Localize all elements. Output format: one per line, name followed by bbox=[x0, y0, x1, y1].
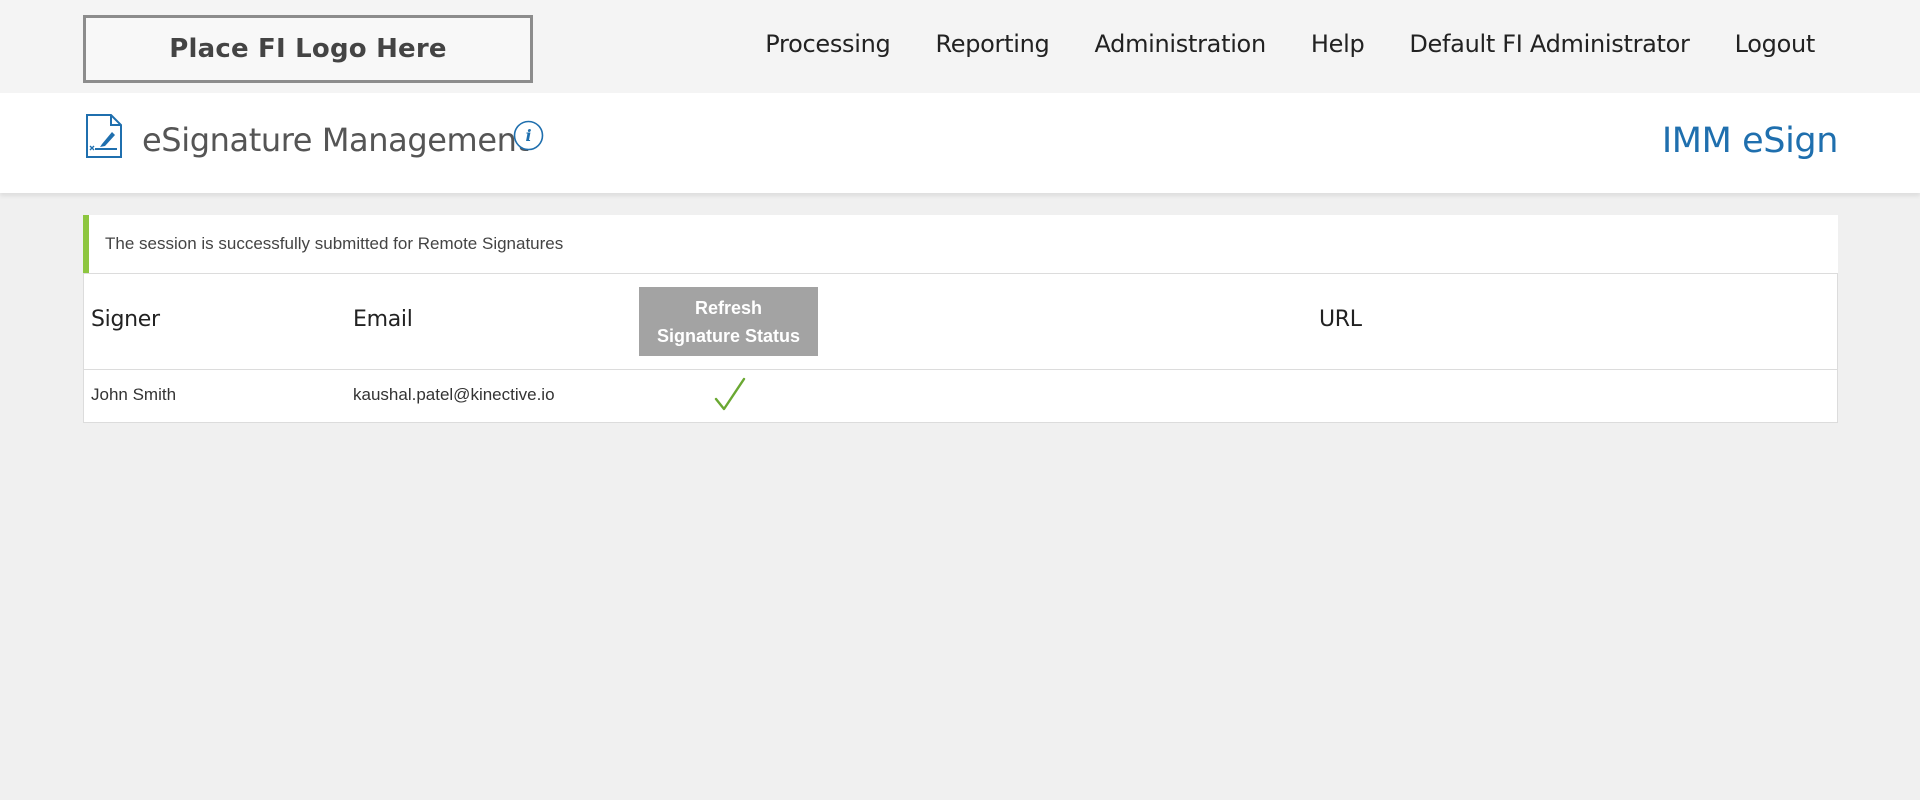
logo-placeholder: Place FI Logo Here bbox=[83, 15, 533, 83]
title-band: eSignature Management i IMM eSign bbox=[0, 93, 1920, 193]
nav-help[interactable]: Help bbox=[1311, 30, 1365, 58]
column-header-email: Email bbox=[353, 307, 413, 332]
top-bar: Place FI Logo Here Processing Reporting … bbox=[0, 0, 1920, 93]
refresh-button-line2: Signature Status bbox=[656, 325, 801, 346]
table-row: John Smith kaushal.patel@kinective.io bbox=[84, 370, 1837, 422]
info-icon[interactable]: i bbox=[513, 120, 544, 151]
nav-logout[interactable]: Logout bbox=[1735, 30, 1816, 58]
alert-message: The session is successfully submitted fo… bbox=[105, 234, 564, 253]
check-icon bbox=[712, 375, 748, 415]
product-brand: IMM eSign bbox=[1661, 121, 1839, 161]
refresh-signature-status-button[interactable]: Refresh Signature Status bbox=[639, 287, 818, 356]
document-signature-icon bbox=[85, 113, 123, 159]
signer-email-cell: kaushal.patel@kinective.io bbox=[353, 385, 555, 404]
signer-name-cell: John Smith bbox=[91, 385, 177, 404]
refresh-button-label: Refresh Signature Status bbox=[657, 294, 800, 350]
page-title: eSignature Management bbox=[142, 121, 529, 159]
nav-processing[interactable]: Processing bbox=[765, 30, 890, 58]
main-nav: Processing Reporting Administration Help… bbox=[765, 30, 1815, 58]
success-alert: The session is successfully submitted fo… bbox=[83, 215, 1838, 273]
nav-administration[interactable]: Administration bbox=[1094, 30, 1266, 58]
signer-table: Signer Email Refresh Signature Status UR… bbox=[83, 273, 1838, 423]
column-header-url: URL bbox=[1319, 307, 1362, 332]
nav-reporting[interactable]: Reporting bbox=[935, 30, 1049, 58]
nav-user-menu[interactable]: Default FI Administrator bbox=[1409, 30, 1690, 58]
column-header-signer: Signer bbox=[91, 307, 160, 332]
table-header-row: Signer Email Refresh Signature Status UR… bbox=[84, 274, 1837, 370]
svg-text:i: i bbox=[525, 126, 531, 145]
refresh-button-line1: Refresh bbox=[694, 297, 763, 318]
